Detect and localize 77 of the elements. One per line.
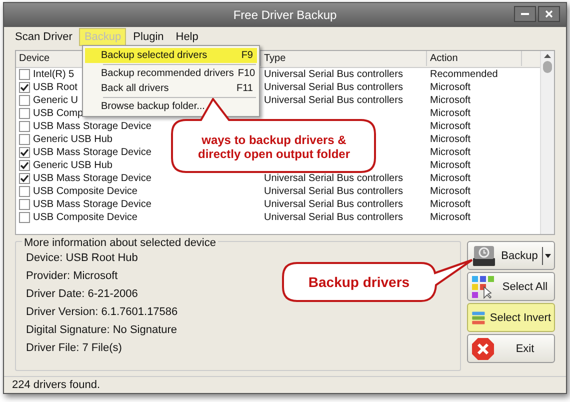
checkbox[interactable] [19,108,30,119]
table-cell: Intel(R) 5 [33,68,74,81]
color-grid-icon [471,274,495,299]
table-cell: Universal Serial Bus controllers [264,82,403,93]
table-cell: USB Mass Storage Device [33,198,152,211]
table-cell: USB Root [33,80,78,94]
info-text: Driver Version: 6.1.7601.17586 [26,306,178,320]
checkbox[interactable] [19,94,30,106]
table-cell: Microsoft [430,212,471,223]
action-button[interactable]: Backup [467,241,555,270]
menu-item[interactable]: Backup selected drivers F9 [85,48,257,63]
table-cell: USB Composite Device [33,184,138,198]
table-cell: Microsoft [430,108,471,119]
table-cell: Generic USB Hub [33,132,112,146]
checkbox[interactable] [19,146,30,158]
checkbox[interactable] [19,172,30,184]
table-cell: Universal Serial Bus controllers [264,172,403,184]
checkbox[interactable] [19,82,30,93]
table-cell: Universal Serial Bus controllers [264,94,403,106]
table-cell: Generic U [33,94,78,107]
table-cell: Microsoft [430,172,471,184]
checkbox[interactable] [19,68,30,80]
checkbox[interactable] [19,198,30,210]
info-text: Driver File: 7 File(s) [26,342,122,356]
action-button[interactable]: Select All [467,272,555,302]
scrollbar[interactable] [540,50,554,234]
window-title: Free Driver Backup [233,6,337,24]
table-cell: Recommended [430,68,498,80]
scroll-up-icon[interactable] [544,54,551,58]
info-text: Provider: Microsoft [26,270,118,284]
callout-text: Backup drivers [308,272,410,292]
checkbox[interactable] [19,120,30,132]
menu-item[interactable]: Help [170,28,204,46]
menu-item[interactable]: Plugin [128,28,169,46]
scroll-thumb[interactable] [543,60,552,73]
table-cell: Microsoft [430,186,471,197]
menu-item[interactable]: Backup recommended drivers F10 [85,66,257,81]
action-button[interactable]: Exit [467,334,555,364]
table-cell: Microsoft [430,134,471,145]
table-cell: Microsoft [430,94,471,106]
minimize-button[interactable] [514,6,536,22]
table-cell: Universal Serial Bus controllers [264,186,403,197]
info-text: Driver Date: 6-21-2006 [26,288,138,302]
table-cell: USB Mass Storage Device [33,120,152,133]
table-cell: USB Mass Storage Device [33,172,152,185]
minimize-icon [521,13,529,15]
table-cell: Microsoft [430,198,471,210]
status-text: 224 drivers found. [12,378,100,393]
menu-item[interactable]: Back all drivers F11 [85,81,257,96]
menu-item[interactable]: Scan Driver [10,28,78,46]
close-icon [545,10,553,18]
close-button[interactable] [538,6,560,22]
info-text: Digital Signature: No Signature [26,324,178,338]
checkbox[interactable] [19,212,30,223]
table-cell: USB Mass Storage Device [33,146,152,159]
table-cell: Universal Serial Bus controllers [264,68,403,80]
info-text: Device: USB Root Hub [26,252,138,266]
table-cell: Universal Serial Bus controllers [264,198,403,210]
checkbox[interactable] [19,186,30,197]
caret-icon[interactable] [545,254,551,258]
column-header[interactable]: Type [261,51,427,66]
table-cell: Microsoft [430,120,471,132]
checkbox[interactable] [19,160,30,171]
callout-text: ways to backup drivers & directly open output folder [197,132,351,160]
column-header[interactable]: Action [427,51,522,66]
table-cell: Generic USB Hub [33,158,112,172]
table-cell: Universal Serial Bus controllers [264,212,403,223]
table-cell: Microsoft [430,160,471,171]
checkbox[interactable] [19,134,30,145]
action-button[interactable]: Select Invert [467,303,555,332]
hard-drive-icon [471,244,497,268]
table-cell: Microsoft [430,82,471,93]
table-cell: USB Composite Device [33,210,138,224]
menu-item[interactable]: Browse backup folder... [85,99,257,114]
close-icon [471,336,495,361]
table-cell: Microsoft [430,146,471,158]
table-cell: USB Comp [33,106,84,120]
